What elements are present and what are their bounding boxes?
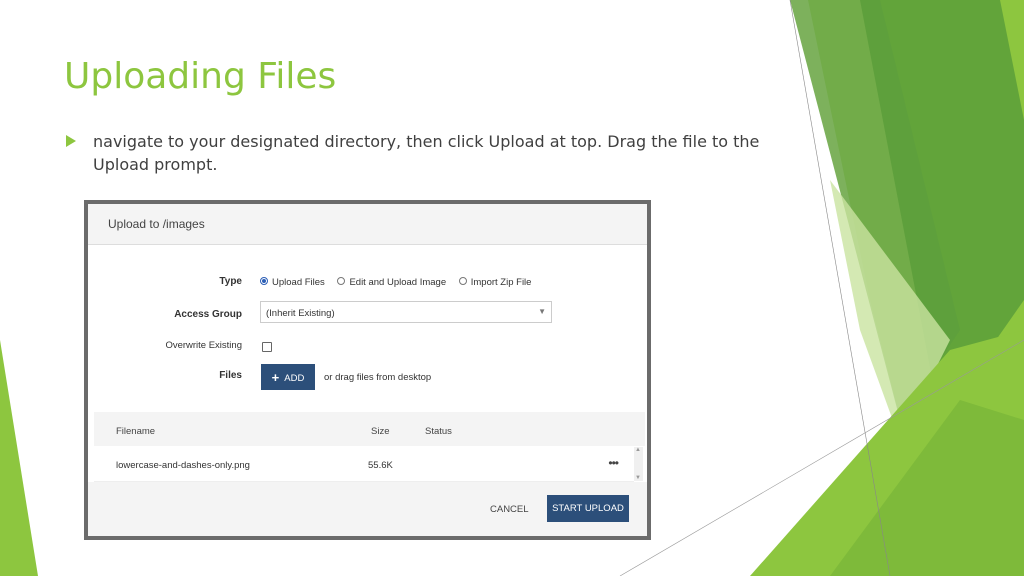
row-size: 55.6K — [368, 460, 393, 471]
more-options-icon[interactable]: ••• — [608, 456, 619, 470]
green-band-left — [0, 340, 38, 576]
upload-dialog-screenshot: Upload to /images Type Upload Files Edit… — [84, 200, 651, 540]
add-button[interactable]: + ADD — [261, 364, 315, 390]
start-upload-button[interactable]: START UPLOAD — [547, 495, 629, 522]
plus-icon: + — [271, 369, 280, 385]
radio-upload-files[interactable]: Upload Files — [260, 277, 325, 288]
radio-icon[interactable] — [458, 277, 467, 286]
dialog-footer: CANCEL START UPLOAD — [88, 482, 647, 536]
add-button-label: ADD — [284, 372, 305, 384]
dialog-title: Upload to /images — [108, 217, 205, 231]
slide-title: Uploading Files — [64, 56, 337, 97]
chevron-down-icon[interactable]: ▼ — [538, 307, 546, 316]
column-size: Size — [371, 426, 390, 437]
dialog-header: Upload to /images — [88, 204, 647, 245]
bullet-text: navigate to your designated directory, t… — [93, 132, 760, 174]
overwrite-label: Overwrite Existing — [165, 340, 242, 351]
table-scrollbar[interactable]: ▲ ▼ — [634, 447, 643, 481]
bullet-arrow-icon — [66, 135, 76, 147]
scroll-up-icon[interactable]: ▲ — [635, 447, 641, 453]
radio-edit-upload-image[interactable]: Edit and Upload Image — [337, 277, 446, 288]
access-group-select[interactable]: (Inherit Existing) ▼ — [260, 301, 552, 323]
table-row[interactable]: lowercase-and-dashes-only.png 55.6K ••• — [94, 447, 634, 482]
access-group-value: (Inherit Existing) — [266, 308, 335, 319]
radio-checked-icon[interactable] — [260, 277, 268, 286]
bullet-item: navigate to your designated directory, t… — [66, 130, 776, 176]
radio-label: Upload Files — [272, 277, 325, 288]
access-group-label: Access Group — [174, 309, 242, 320]
type-label: Type — [219, 276, 242, 287]
type-radio-group: Upload Files Edit and Upload Image Impor… — [260, 277, 541, 288]
files-label: Files — [219, 370, 242, 381]
drag-hint: or drag files from desktop — [324, 372, 432, 383]
scroll-down-icon[interactable]: ▼ — [635, 475, 641, 481]
cancel-button[interactable]: CANCEL — [490, 504, 529, 515]
radio-label: Import Zip File — [470, 277, 532, 288]
radio-icon[interactable] — [337, 277, 346, 286]
radio-label: Edit and Upload Image — [349, 277, 447, 288]
overwrite-checkbox[interactable] — [262, 342, 272, 352]
row-filename: lowercase-and-dashes-only.png — [116, 460, 250, 471]
column-filename: Filename — [116, 426, 156, 437]
column-status: Status — [425, 426, 452, 437]
radio-import-zip[interactable]: Import Zip File — [458, 277, 532, 288]
upload-dialog: Upload to /images Type Upload Files Edit… — [88, 204, 647, 536]
file-table-header: Filename Size Status — [94, 412, 645, 446]
